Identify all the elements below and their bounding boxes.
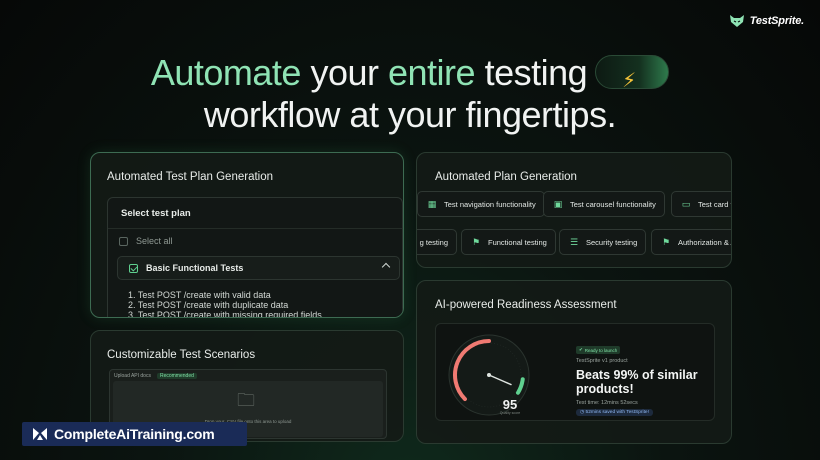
lightning-bolt-icon: ⚡ <box>622 70 636 93</box>
basic-functional-tests-checkbox[interactable] <box>129 263 138 273</box>
chip-test-card[interactable]: ▭ Test card f <box>671 191 732 217</box>
watermark-text: CompleteAiTraining.com <box>54 426 215 442</box>
chip-label: Test card f <box>698 199 732 209</box>
select-test-plan-heading: Select test plan <box>121 208 191 219</box>
flag-icon: ⚑ <box>471 237 481 247</box>
assessment-panel: 95 Quality score ✔ Ready to launch TestS… <box>435 323 715 421</box>
folder-icon: 🗀 <box>237 390 255 410</box>
chip-label: Security testing <box>586 237 638 247</box>
readiness-card-title: AI-powered Readiness Assessment <box>435 299 617 311</box>
test-plan-card-title: Automated Test Plan Generation <box>107 171 274 183</box>
headline-word-entire: entire <box>388 52 476 93</box>
test-list: 1. Test POST /create with valid data 2. … <box>128 290 322 318</box>
chip-functional-testing[interactable]: ⚑ Functional testing <box>461 229 556 255</box>
flag-icon: ⚑ <box>661 237 671 247</box>
chip-test-carousel[interactable]: ▣ Test carousel functionality <box>543 191 665 217</box>
chevron-up-icon[interactable] <box>381 262 391 272</box>
quality-score: 95 <box>502 397 518 412</box>
headline-word-automate: Automate <box>150 52 302 93</box>
chip-label: g testing <box>419 237 448 247</box>
chip-label: Test carousel functionality <box>570 199 656 209</box>
headline-word-testing: testing <box>475 52 588 93</box>
recommended-badge: Recommended <box>156 373 197 379</box>
headline-pill: ⚡ <box>595 55 670 92</box>
monitor-icon: ▭ <box>681 199 691 209</box>
chip-partial-testing[interactable]: g testing <box>417 229 457 255</box>
chip-label: Authorization & A <box>678 237 732 247</box>
product-name: TestSprite v1 product <box>576 358 628 364</box>
list-item: 1. Test POST /create with valid data <box>128 290 271 300</box>
quality-score-label: Quality score <box>499 411 521 415</box>
chip-authorization[interactable]: ⚑ Authorization & A <box>651 229 732 255</box>
check-icon: ✔ <box>579 347 583 352</box>
select-all-checkbox[interactable] <box>119 236 128 246</box>
plan-generation-card-title: Automated Plan Generation <box>435 171 577 183</box>
fox-icon <box>729 15 744 27</box>
watermark-logo-icon <box>33 428 47 440</box>
plan-generation-card: Automated Plan Generation ▦ Test navigat… <box>416 152 732 268</box>
watermark-banner: CompleteAiTraining.com <box>22 422 247 446</box>
divider <box>108 228 402 229</box>
basic-functional-tests-label: Basic Functional Tests <box>146 263 244 273</box>
chip-security-testing[interactable]: ☰ Security testing <box>559 229 647 255</box>
headline-line2: workflow at your fingertips. <box>203 94 617 135</box>
ready-to-launch-badge: ✔ Ready to launch <box>576 346 621 354</box>
list-item: 3. Test POST /create with missing requir… <box>128 310 322 318</box>
time-saved-label: 52mins saved with TestSprite! <box>585 410 649 415</box>
test-time: Test time: 12mins 52secs <box>576 400 638 406</box>
select-all-label: Select all <box>136 236 173 246</box>
clock-icon: ◷ <box>580 410 585 415</box>
grid-icon: ▦ <box>427 199 437 209</box>
headline-word-your: your <box>300 52 388 93</box>
basic-functional-tests-group[interactable]: Basic Functional Tests <box>117 256 400 280</box>
test-plan-card: Automated Test Plan Generation Select te… <box>90 152 404 318</box>
chip-test-navigation[interactable]: ▦ Test navigation functionality <box>417 191 545 217</box>
ready-badge-label: Ready to launch <box>584 347 618 353</box>
chip-label: Functional testing <box>488 237 547 247</box>
brand-name: TestSprite. <box>749 15 804 27</box>
readiness-card: AI-powered Readiness Assessment 95 Quali… <box>416 280 732 444</box>
list-item: 2. Test POST /create with duplicate data <box>128 300 289 310</box>
list-icon: ☰ <box>569 237 579 247</box>
carousel-icon: ▣ <box>553 199 563 209</box>
upload-tabs: Upload API docs Recommended <box>114 373 197 379</box>
test-scenarios-card-title: Customizable Test Scenarios <box>107 349 256 361</box>
brand-logo[interactable]: TestSprite. <box>729 14 804 28</box>
time-saved-badge: ◷ 52mins saved with TestSprite! <box>576 409 653 416</box>
beats-headline: Beats 99% of similar products! <box>576 368 698 396</box>
select-all-option[interactable]: Select all <box>119 236 173 246</box>
chip-label: Test navigation functionality <box>444 199 536 209</box>
tab-upload-api-docs[interactable]: Upload API docs <box>114 373 151 379</box>
page-headline: Automate your entire testing ⚡ workflow a… <box>0 52 820 136</box>
select-test-plan-panel: Select test plan Select all Basic Functi… <box>107 197 403 318</box>
